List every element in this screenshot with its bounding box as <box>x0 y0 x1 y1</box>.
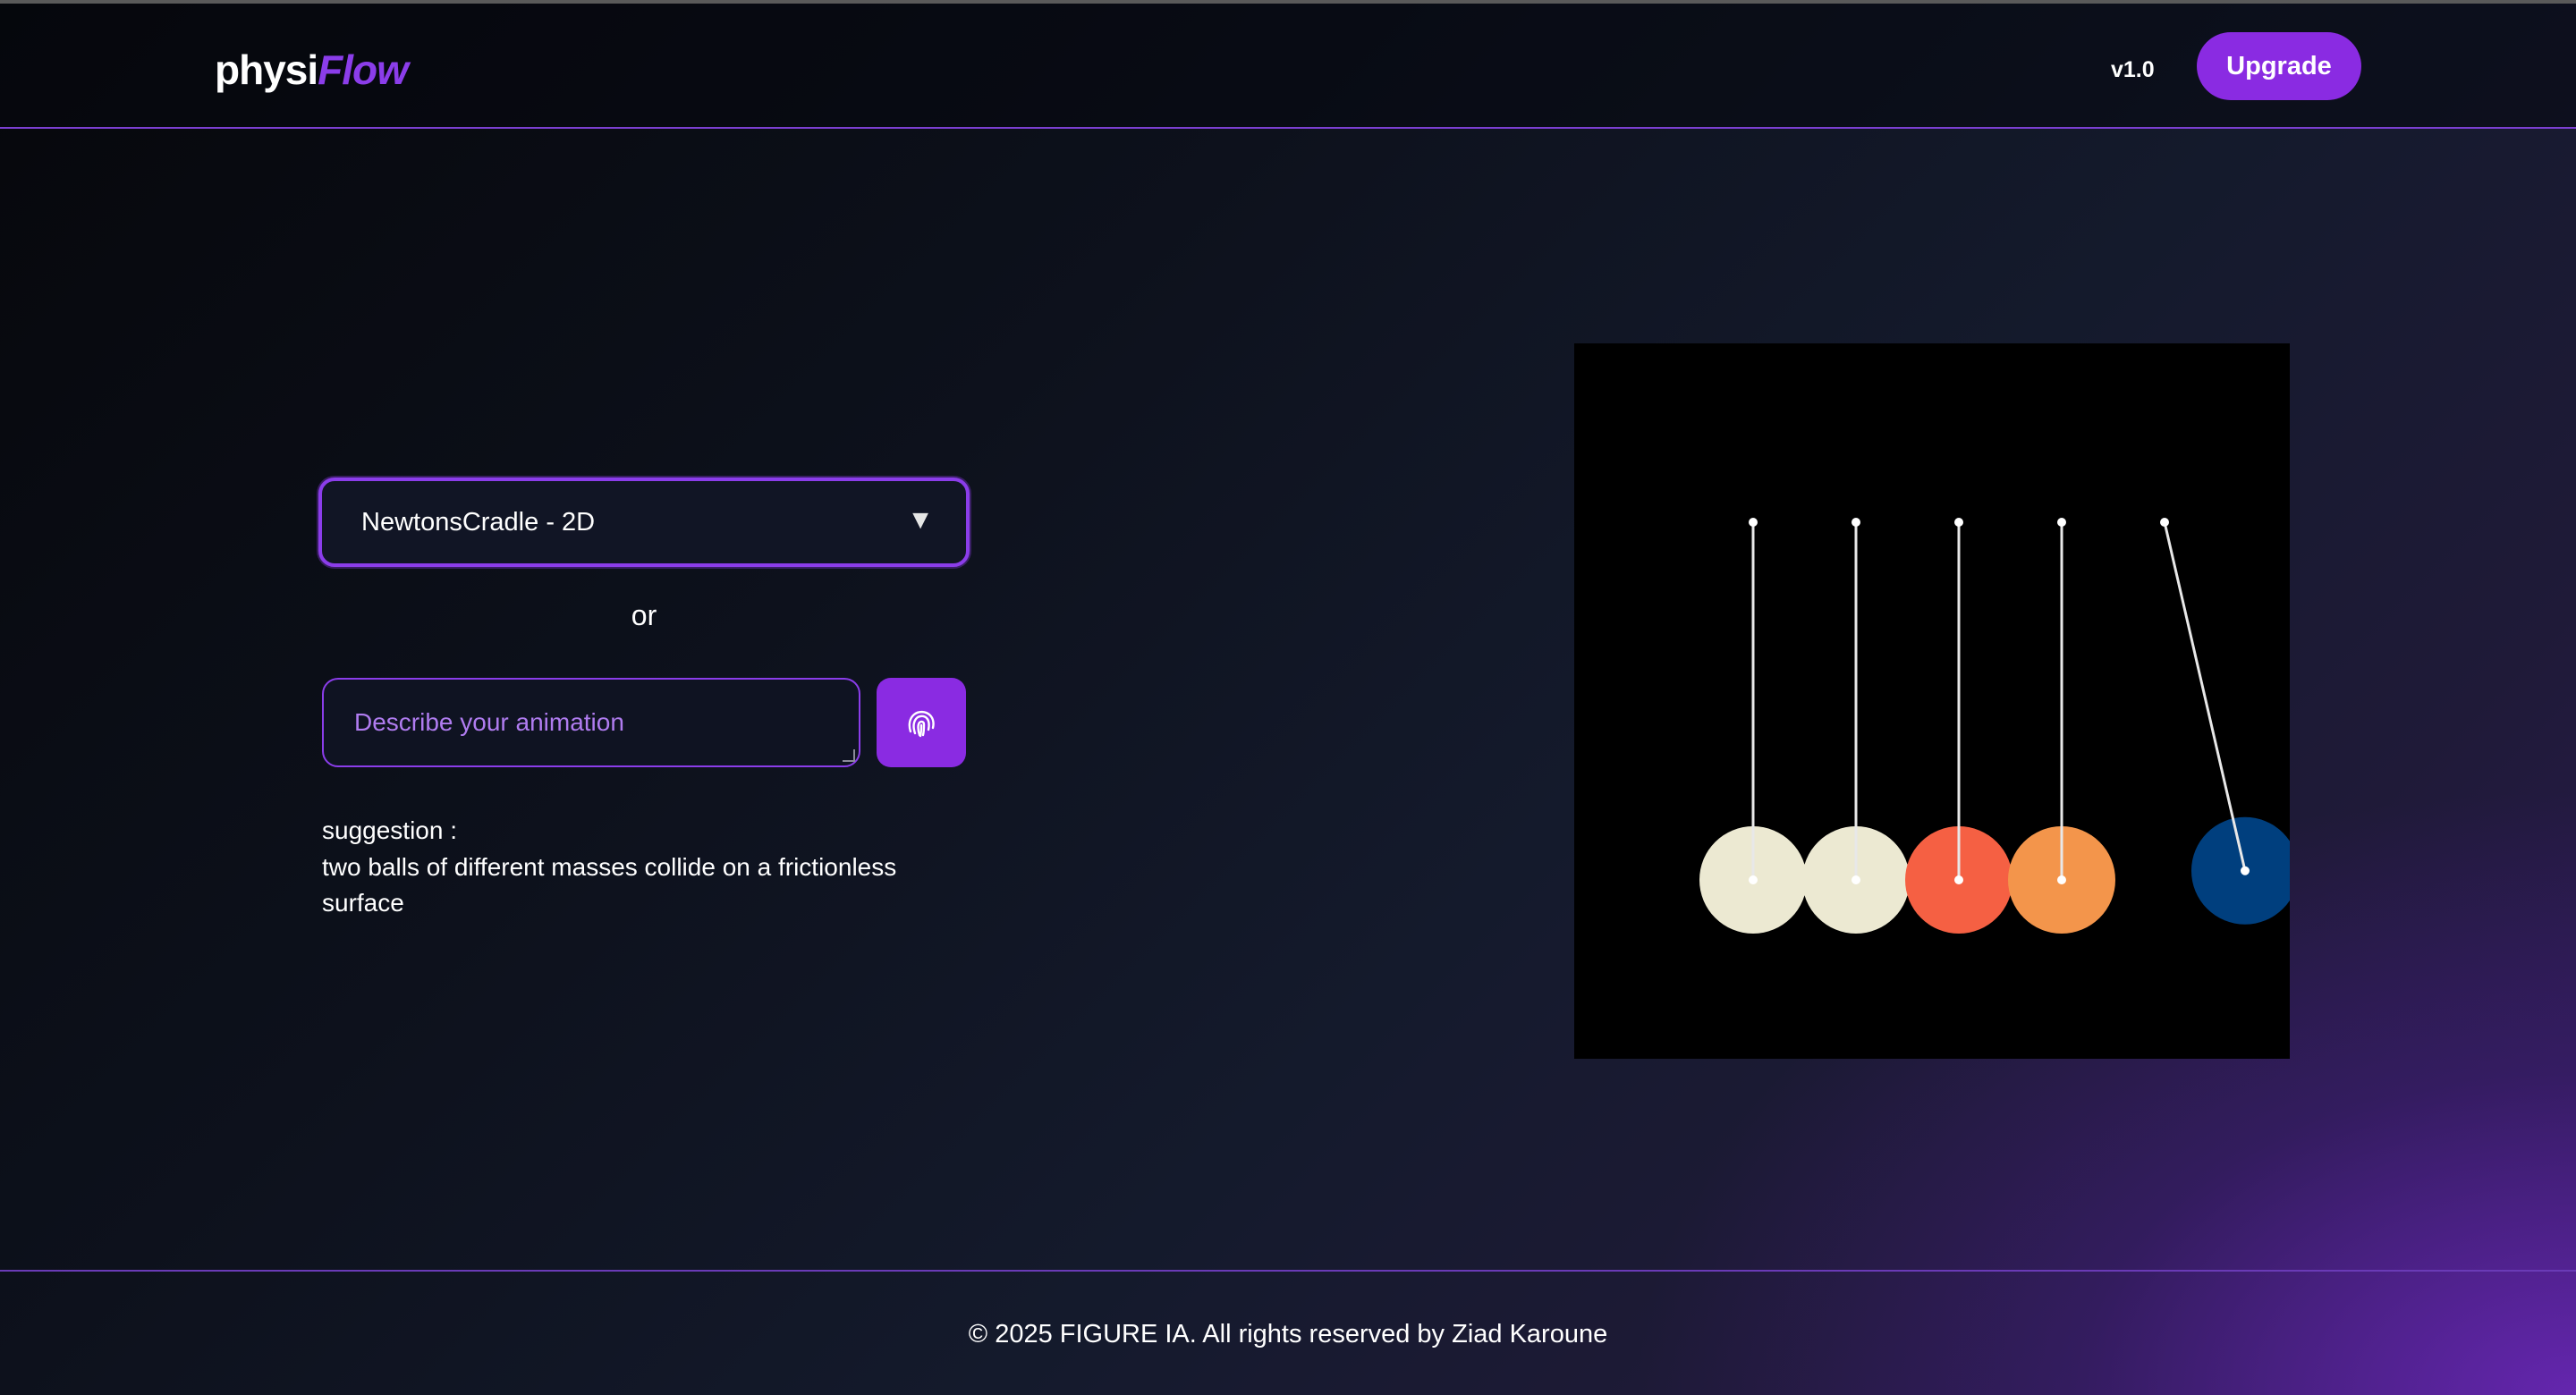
pendulum-ball-center <box>2240 866 2250 875</box>
suggestion-text[interactable]: two balls of different masses collide on… <box>322 850 984 921</box>
pendulum-pivot <box>2160 518 2169 527</box>
newtons-cradle-svg <box>1699 518 2299 934</box>
animation-select[interactable]: NewtonsCradle - 2D ▼ <box>318 478 970 567</box>
logo-text-physi: physi <box>215 46 318 93</box>
describe-animation-input[interactable]: Describe your animation <box>322 678 860 767</box>
upgrade-button[interactable]: Upgrade <box>2197 32 2361 100</box>
pendulum-ball-center <box>2057 875 2066 884</box>
resize-handle-icon[interactable] <box>843 749 855 762</box>
pendulum-ball-center <box>1852 875 1860 884</box>
pendulum-string <box>2163 521 2247 872</box>
pendulum-5 <box>2160 518 2299 925</box>
footer: © 2025 FIGURE IA. All rights reserved by… <box>0 1270 2576 1395</box>
pendulum-pivot <box>1954 518 1963 527</box>
header: physiFlow v1.0 Upgrade <box>0 4 2576 129</box>
logo-text-flow: Flow <box>318 46 409 93</box>
animation-select-value: NewtonsCradle - 2D <box>361 508 596 537</box>
logo[interactable]: physiFlow <box>215 45 409 95</box>
describe-animation-placeholder: Describe your animation <box>354 708 624 736</box>
copyright-text: © 2025 FIGURE IA. All rights reserved by… <box>968 1320 1608 1348</box>
or-separator: or <box>631 599 657 631</box>
generate-button[interactable] <box>877 678 966 767</box>
pendulum-pivot <box>1749 518 1758 527</box>
animation-canvas[interactable] <box>1574 343 2299 1059</box>
pendulum-pivot <box>2057 518 2066 527</box>
pendulum-pivot <box>1852 518 1860 527</box>
fingerprint-icon <box>908 710 935 738</box>
version-label: v1.0 <box>2111 57 2155 82</box>
pendulum-ball-center <box>1749 875 1758 884</box>
chevron-down-icon: ▼ <box>907 505 934 535</box>
pendulum-4 <box>2008 518 2115 934</box>
pendulum-2 <box>1802 518 1910 934</box>
suggestion-label: suggestion : <box>322 816 457 844</box>
pendulum-ball-center <box>1954 875 1963 884</box>
pendulum-3 <box>1905 518 2012 934</box>
pendulum-1 <box>1699 518 1807 934</box>
